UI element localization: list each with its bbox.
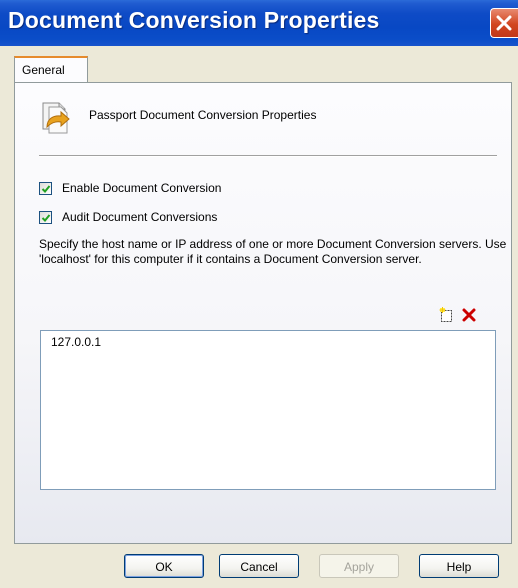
- window-title: Document Conversion Properties: [8, 7, 380, 33]
- apply-button[interactable]: Apply: [319, 554, 399, 578]
- enable-conversion-option[interactable]: Enable Document Conversion: [39, 180, 221, 196]
- help-button[interactable]: Help: [419, 554, 499, 578]
- delete-icon[interactable]: [461, 307, 477, 323]
- list-toolbar: [439, 305, 499, 327]
- audit-conversions-checkbox[interactable]: [39, 210, 52, 224]
- check-icon: [41, 184, 51, 193]
- close-button[interactable]: [490, 8, 518, 38]
- enable-conversion-checkbox[interactable]: [39, 181, 52, 195]
- header-text: Passport Document Conversion Properties: [89, 108, 317, 122]
- cancel-button[interactable]: Cancel: [219, 554, 299, 578]
- tab-panel-general: Passport Document Conversion Properties …: [14, 82, 512, 544]
- tab-general[interactable]: General: [14, 56, 88, 83]
- close-icon: [496, 15, 512, 31]
- server-description: Specify the host name or IP address of o…: [39, 237, 507, 266]
- ok-button[interactable]: OK: [124, 554, 204, 578]
- enable-conversion-label: Enable Document Conversion: [62, 181, 222, 195]
- properties-dialog: Document Conversion Properties General P…: [0, 0, 518, 588]
- audit-conversions-label: Audit Document Conversions: [62, 210, 218, 224]
- server-listbox[interactable]: 127.0.0.1: [40, 330, 496, 490]
- title-bar[interactable]: Document Conversion Properties: [0, 0, 518, 46]
- check-icon: [41, 213, 51, 222]
- divider: [39, 155, 497, 157]
- new-item-icon[interactable]: [439, 307, 455, 323]
- audit-conversions-option[interactable]: Audit Document Conversions: [39, 209, 217, 225]
- document-conversion-icon: [42, 102, 70, 134]
- list-item[interactable]: 127.0.0.1: [51, 335, 101, 349]
